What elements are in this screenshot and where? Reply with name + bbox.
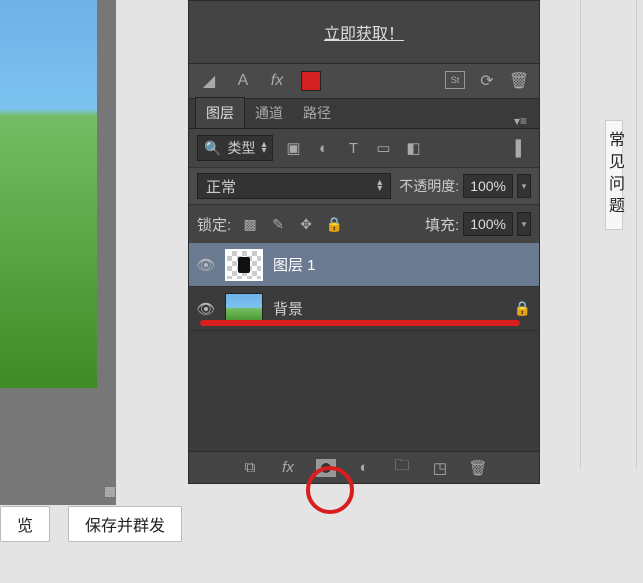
annotation-underline [200, 320, 520, 326]
fill-value[interactable]: 100% [463, 212, 513, 236]
lock-transparent-icon[interactable]: ▩ [241, 215, 259, 233]
panel-tabs: 图层 通道 路径 ▾≡ [189, 99, 539, 129]
panel-menu-icon[interactable]: ▾≡ [508, 114, 533, 128]
promo-banner: 立即获取！ [189, 1, 539, 63]
canvas-area[interactable] [0, 0, 116, 505]
filter-toggle-icon[interactable]: ▌ [511, 138, 531, 158]
color-sampler-icon[interactable]: ◢ [199, 71, 219, 91]
opacity-label: 不透明度: [399, 176, 459, 196]
new-group-icon[interactable]: 🗀 [392, 458, 412, 478]
filter-pixel-icon[interactable]: ▣ [283, 138, 303, 158]
divider [580, 0, 581, 468]
visibility-eye-icon[interactable]: 👁 [197, 300, 215, 318]
filter-type-icon[interactable]: T [343, 138, 363, 158]
link-layers-icon[interactable]: ⧉ [240, 458, 260, 478]
new-layer-icon[interactable]: ◳ [430, 458, 450, 478]
footer-buttons: 览 保存并群发 [0, 506, 182, 542]
lock-row: 锁定: ▩ ✎ ✥ 🔒 填充: 100% ▾ [189, 205, 539, 243]
filter-smart-icon[interactable]: ◧ [403, 138, 423, 158]
trash-icon[interactable]: 🗑 [509, 71, 529, 91]
filter-kind-dropdown[interactable]: 🔍 类型 ▴▾ [197, 135, 273, 161]
document-image[interactable] [0, 0, 97, 388]
st-icon[interactable]: St [445, 71, 465, 89]
lock-label: 锁定: [197, 214, 231, 235]
tab-channels[interactable]: 通道 [245, 98, 293, 128]
type-icon[interactable]: A [233, 71, 253, 91]
fill-label: 填充: [425, 214, 459, 235]
lock-paint-icon[interactable]: ✎ [269, 215, 287, 233]
filter-shape-icon[interactable]: ▭ [373, 138, 393, 158]
fx-icon[interactable]: fx [267, 71, 287, 91]
tab-paths[interactable]: 路径 [293, 98, 341, 128]
foreground-color-swatch[interactable] [301, 71, 321, 91]
blend-row: 正常 ▴▾ 不透明度: 100% ▾ [189, 167, 539, 205]
blend-mode-select[interactable]: 正常 ▴▾ [197, 173, 391, 199]
layer-name-label[interactable]: 图层 1 [273, 254, 316, 275]
faq-side-tab[interactable]: 常见问题 [605, 120, 623, 230]
layer-thumbnail[interactable] [225, 249, 263, 281]
opacity-dropdown-arrow[interactable]: ▾ [517, 174, 531, 198]
layer-filter-row: 🔍 类型 ▴▾ ▣ ◐ T ▭ ◧ ▌ [189, 129, 539, 167]
swatch-toolbar: ◢ A fx St ⟳ 🗑 [189, 63, 539, 99]
lock-move-icon[interactable]: ✥ [297, 215, 315, 233]
opacity-value[interactable]: 100% [463, 174, 513, 198]
delete-layer-icon[interactable]: 🗑 [468, 458, 488, 478]
annotation-circle [306, 466, 354, 514]
tab-layers[interactable]: 图层 [195, 97, 245, 128]
layers-panel: 立即获取！ ◢ A fx St ⟳ 🗑 图层 通道 路径 ▾≡ 🔍 类型 ▴▾ … [188, 0, 540, 484]
lock-icon: 🔒 [514, 300, 531, 317]
adjustment-layer-icon[interactable]: ◐ [354, 458, 374, 478]
resize-handle[interactable] [105, 487, 115, 497]
search-icon: 🔍 [204, 140, 221, 157]
dropdown-arrows-icon: ▴▾ [377, 180, 382, 192]
layer-row[interactable]: 👁 图层 1 [189, 243, 539, 287]
save-broadcast-button[interactable]: 保存并群发 [68, 506, 182, 542]
layers-bottom-toolbar: ⧉ fx ◐ 🗀 ◳ 🗑 [189, 451, 539, 483]
layers-list: 👁 图层 1 👁 背景 🔒 [189, 243, 539, 331]
preview-button[interactable]: 览 [0, 506, 50, 542]
layer-name-label[interactable]: 背景 [273, 298, 303, 319]
layers-empty-area[interactable] [189, 331, 539, 451]
filter-kind-label: 类型 [227, 138, 255, 158]
blend-mode-value: 正常 [206, 176, 236, 197]
promo-link[interactable]: 立即获取！ [324, 20, 404, 44]
fx-icon[interactable]: fx [278, 458, 298, 478]
divider [636, 0, 637, 468]
dropdown-arrows-icon: ▴▾ [261, 142, 266, 154]
filter-adjust-icon[interactable]: ◐ [313, 138, 333, 158]
lock-all-icon[interactable]: 🔒 [325, 215, 343, 233]
fill-dropdown-arrow[interactable]: ▾ [517, 212, 531, 236]
visibility-eye-icon[interactable]: 👁 [197, 256, 215, 274]
sync-icon[interactable]: ⟳ [477, 71, 497, 91]
